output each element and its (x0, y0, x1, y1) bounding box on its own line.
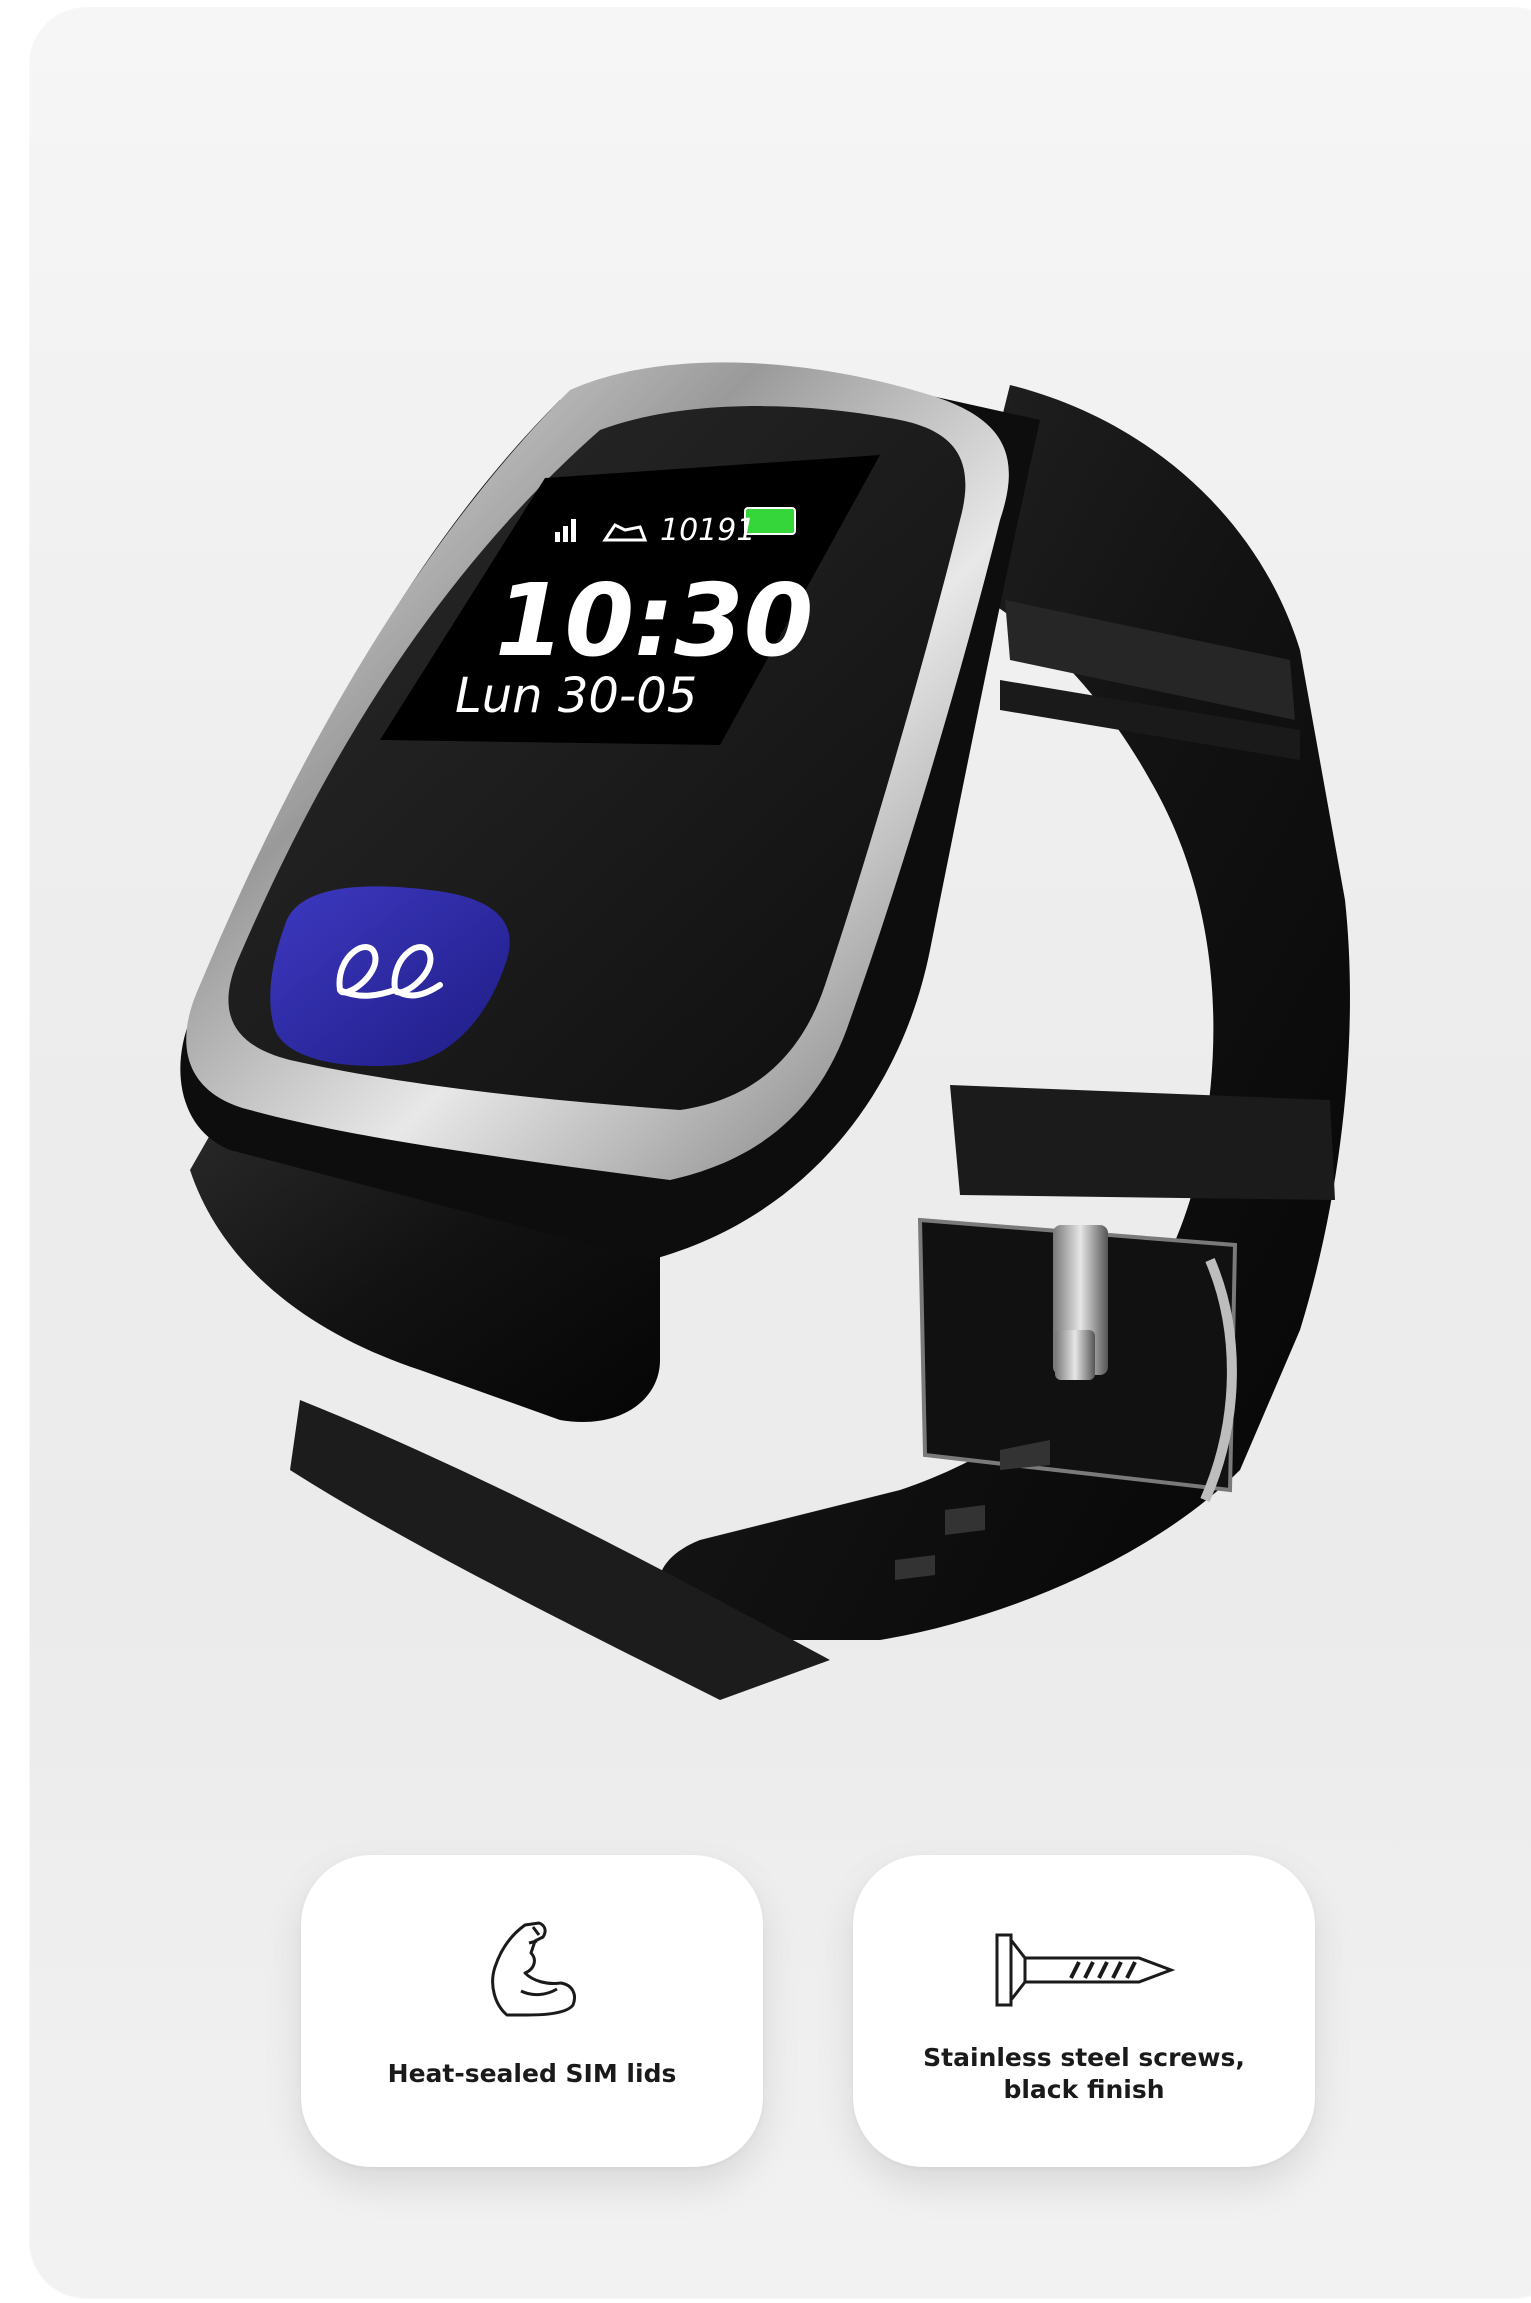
steps-count: 10191 (660, 513, 755, 548)
screw-icon (989, 1910, 1179, 2030)
feature-label-sim-lids: Heat-sealed SIM lids (387, 2059, 677, 2088)
watch-time: 10:30 (495, 562, 813, 679)
watch-date: Lun 30-05 (455, 668, 697, 724)
feature-card-sim-lids: Heat-sealed SIM lids (301, 1855, 763, 2167)
feature-label-screws: Stainless steel screws, black finish (923, 2043, 1245, 2104)
smartwatch-image: 10191 10:30 Lun 30-05 (180, 362, 1350, 1700)
flexed-arm-icon (477, 1910, 587, 2030)
feature-card-screws: Stainless steel screws, black finish (853, 1855, 1315, 2167)
